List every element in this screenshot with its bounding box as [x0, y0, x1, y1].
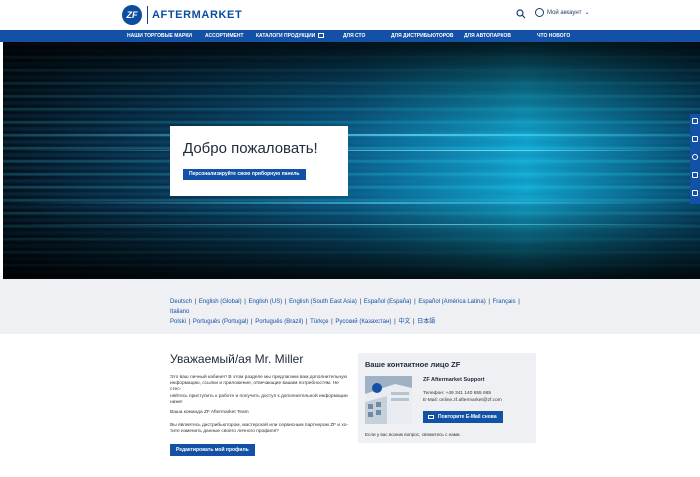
- nav-item-fleets[interactable]: ДЛЯ АВТОПАРКОВ: [464, 30, 511, 42]
- language-separator: |: [357, 299, 363, 305]
- site-header: ZF AFTERMARKET Мой аккаунт ⌄: [0, 0, 700, 30]
- language-separator: |: [412, 299, 418, 305]
- language-separator: |: [187, 319, 192, 325]
- language-separator: |: [516, 299, 520, 305]
- welcome-title: Добро пожаловать!: [183, 140, 318, 157]
- account-label: Мой аккаунт: [547, 9, 582, 16]
- greeting-team: Ваша команда ZF Aftermarket Team: [170, 410, 249, 415]
- greeting-profile-question: Вы являетесь дистрибьютором, мастерской …: [170, 423, 349, 435]
- chevron-down-icon: ⌄: [584, 10, 590, 16]
- language-separator: |: [304, 319, 310, 325]
- language-separator: |: [249, 319, 255, 325]
- language-link[interactable]: Português (Brazil): [255, 319, 303, 325]
- nav-item-whats-new[interactable]: ЧТО НОВОГО: [537, 30, 570, 42]
- light-streak: [3, 202, 700, 204]
- language-link[interactable]: Deutsch: [170, 299, 192, 305]
- logo-text: AFTERMARKET: [152, 9, 243, 21]
- language-link[interactable]: Türkçe: [310, 319, 328, 325]
- light-streak: [3, 224, 700, 225]
- contact-card: Ваше контактное лицо ZF ZF Aftermarket S…: [358, 353, 536, 443]
- document-icon[interactable]: [692, 118, 698, 124]
- language-link[interactable]: 日本語: [417, 319, 435, 325]
- language-separator: |: [392, 319, 398, 325]
- building-photo: [365, 376, 412, 424]
- language-link[interactable]: English (US): [249, 299, 283, 305]
- light-streak: [3, 134, 700, 136]
- personalize-dashboard-button[interactable]: Персонализируйте свою приборную панель: [183, 169, 306, 180]
- cart-icon[interactable]: [692, 136, 698, 142]
- language-link[interactable]: Français: [493, 299, 516, 305]
- language-separator: |: [242, 299, 248, 305]
- language-separator: |: [329, 319, 335, 325]
- user-icon: [535, 8, 544, 17]
- language-line: Polski | Português (Portugal) | Portuguê…: [170, 317, 540, 327]
- account-menu[interactable]: Мой аккаунт ⌄: [535, 8, 590, 17]
- language-separator: |: [193, 299, 198, 305]
- repeat-email-button[interactable]: Повторите E-Mail снова: [423, 411, 503, 423]
- greeting-intro: Это ваш личный кабинет! В этом разделе м…: [170, 375, 348, 405]
- language-link[interactable]: Polski: [170, 319, 186, 325]
- language-selector: Deutsch | English (Global) | English (US…: [0, 279, 700, 334]
- mail-icon: [428, 415, 434, 419]
- language-separator: |: [411, 319, 417, 325]
- book-icon[interactable]: [692, 172, 698, 178]
- external-link-icon: [318, 33, 325, 38]
- contact-name: ZF Aftermarket Support: [423, 377, 485, 383]
- hero-banner: [3, 42, 700, 279]
- side-quick-tab[interactable]: [690, 114, 700, 204]
- language-link[interactable]: English (South East Asia): [289, 299, 357, 305]
- nav-item-brands[interactable]: НАШИ ТОРГОВЫЕ МАРКИ: [127, 30, 192, 42]
- language-separator: |: [283, 299, 289, 305]
- language-links: Deutsch | English (Global) | English (US…: [170, 297, 540, 327]
- language-link[interactable]: Español (España): [364, 299, 412, 305]
- clock-icon[interactable]: [692, 154, 698, 160]
- chat-icon[interactable]: [692, 190, 698, 196]
- language-separator: |: [486, 299, 492, 305]
- language-line: Deutsch | English (Global) | English (US…: [170, 297, 540, 317]
- light-streak: [3, 150, 700, 151]
- language-link[interactable]: Español (América Latina): [418, 299, 485, 305]
- zf-aftermarket-logo[interactable]: ZF AFTERMARKET: [122, 5, 242, 25]
- nav-item-catalogs[interactable]: КАТАЛОГИ ПРОДУКЦИИ: [256, 30, 325, 42]
- contact-title: Ваше контактное лицо ZF: [365, 360, 461, 369]
- logo-divider: [147, 6, 148, 24]
- greeting-title: Уважаемый/ая Mr. Miller: [170, 352, 304, 366]
- language-link[interactable]: English (Global): [199, 299, 242, 305]
- main-nav: НАШИ ТОРГОВЫЕ МАРКИ АССОРТИМЕНТ КАТАЛОГИ…: [0, 30, 700, 42]
- contact-note: Если у вас возник вопрос, свяжитесь с на…: [365, 432, 461, 437]
- language-link[interactable]: Русский (Казахстан): [335, 319, 391, 325]
- contact-email[interactable]: E-Mail: online.zf.aftermarket@zf.com: [423, 398, 502, 403]
- nav-item-assortment[interactable]: АССОРТИМЕНТ: [205, 30, 244, 42]
- welcome-card: Добро пожаловать! Персонализируйте свою …: [170, 126, 348, 196]
- edit-profile-button[interactable]: Редактировать мой профиль: [170, 444, 255, 456]
- contact-phone: Телефон: +49 341 140 655 665: [423, 391, 492, 396]
- language-link[interactable]: Italiano: [170, 309, 189, 315]
- language-link[interactable]: Português (Portugal): [193, 319, 248, 325]
- zf-logo-icon: ZF: [122, 5, 142, 25]
- language-link[interactable]: 中文: [398, 319, 410, 325]
- search-icon[interactable]: [516, 9, 526, 19]
- nav-item-workshops[interactable]: ДЛЯ СТО: [343, 30, 365, 42]
- nav-item-distributors[interactable]: ДЛЯ ДИСТРИБЬЮТОРОВ: [391, 30, 454, 42]
